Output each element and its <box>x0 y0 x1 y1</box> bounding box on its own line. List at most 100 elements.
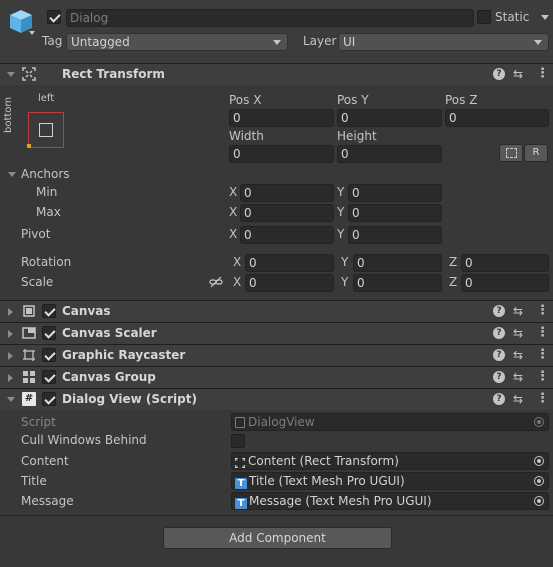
component-title: Graphic Raycaster <box>62 348 186 362</box>
component-title: Dialog View (Script) <box>62 392 197 406</box>
dialog-view-header[interactable]: # Dialog View (Script) ? ⇆ ⋮ <box>0 388 553 410</box>
pos-z-field[interactable]: 0 <box>445 109 549 127</box>
help-icon[interactable]: ? <box>493 327 505 339</box>
graphic-raycaster-header[interactable]: Graphic Raycaster ? ⇆ ⋮ <box>0 344 553 366</box>
static-checkbox[interactable] <box>477 10 491 24</box>
help-icon[interactable]: ? <box>493 393 505 405</box>
active-checkbox[interactable] <box>47 10 61 24</box>
object-picker-icon[interactable] <box>534 456 544 466</box>
width-field[interactable]: 0 <box>229 145 334 163</box>
canvas-group-header[interactable]: Canvas Group ? ⇆ ⋮ <box>0 366 553 388</box>
canvas-header[interactable]: Canvas ? ⇆ ⋮ <box>0 300 553 322</box>
min-y-label: Y <box>337 185 345 199</box>
presets-icon[interactable]: ⇆ <box>513 304 523 318</box>
message-value: Message (Text Mesh Pro UGUI) <box>249 494 432 508</box>
presets-icon[interactable]: ⇆ <box>513 67 523 81</box>
rot-y-label: Y <box>341 255 349 269</box>
min-x-field[interactable]: 0 <box>240 184 334 202</box>
static-dropdown-arrow[interactable] <box>541 15 549 20</box>
rot-z-field[interactable]: 0 <box>461 254 549 272</box>
divider <box>0 515 553 516</box>
dialog-view-enabled-checkbox[interactable] <box>42 392 56 406</box>
max-y-field[interactable]: 0 <box>348 204 442 222</box>
presets-icon[interactable]: ⇆ <box>513 370 523 384</box>
rot-z-label: Z <box>449 255 458 269</box>
width-label: Width <box>229 129 264 143</box>
canvas-group-icon <box>22 370 36 384</box>
layer-dropdown[interactable]: UI <box>338 33 549 51</box>
max-x-label: X <box>229 205 238 219</box>
name-field[interactable]: Dialog <box>66 9 474 27</box>
more-options-icon[interactable]: ⋮ <box>536 304 549 318</box>
pivot-y-field[interactable]: 0 <box>348 226 442 244</box>
rot-x-label: X <box>233 255 242 269</box>
anchors-label[interactable]: Anchors <box>21 167 70 181</box>
tag-label: Tag <box>42 34 63 48</box>
script-field[interactable]: DialogView <box>231 413 549 431</box>
canvas-scaler-header[interactable]: Canvas Scaler ? ⇆ ⋮ <box>0 322 553 344</box>
scale-x-field[interactable]: 0 <box>245 274 334 292</box>
more-options-icon[interactable]: ⋮ <box>536 348 549 362</box>
pivot-y-label: Y <box>337 227 345 241</box>
object-picker-icon[interactable] <box>534 417 544 427</box>
add-component-button[interactable]: Add Component <box>163 527 392 549</box>
more-options-icon[interactable]: ⋮ <box>536 326 549 340</box>
content-field[interactable]: Content (Rect Transform) <box>231 452 549 470</box>
presets-icon[interactable]: ⇆ <box>513 326 523 340</box>
rot-x-field[interactable]: 0 <box>245 254 334 272</box>
layer-value: UI <box>343 35 356 49</box>
object-picker-icon[interactable] <box>534 496 544 506</box>
graphic-raycaster-enabled-checkbox[interactable] <box>42 348 56 362</box>
title-field[interactable]: T Title (Text Mesh Pro UGUI) <box>231 472 549 490</box>
presets-icon[interactable]: ⇆ <box>513 392 523 406</box>
blueprint-mode-button[interactable] <box>499 144 523 162</box>
scale-z-field[interactable]: 0 <box>461 274 549 292</box>
script-icon: # <box>22 392 36 406</box>
more-options-icon[interactable]: ⋮ <box>536 370 549 384</box>
scale-y-field[interactable]: 0 <box>353 274 442 292</box>
foldout-arrow[interactable] <box>7 397 15 402</box>
max-x-field[interactable]: 0 <box>240 204 334 222</box>
pos-y-field[interactable]: 0 <box>337 109 442 127</box>
scale-x-label: X <box>233 275 242 289</box>
help-icon[interactable]: ? <box>493 349 505 361</box>
canvas-group-enabled-checkbox[interactable] <box>42 370 56 384</box>
cull-checkbox[interactable] <box>231 434 245 448</box>
min-label: Min <box>36 185 58 199</box>
icon-dropdown-arrow[interactable] <box>29 31 35 35</box>
min-y-field[interactable]: 0 <box>348 184 442 202</box>
foldout-arrow[interactable] <box>8 374 13 382</box>
height-label: Height <box>337 129 377 143</box>
constrain-proportions-icon[interactable] <box>209 276 223 288</box>
canvas-enabled-checkbox[interactable] <box>42 304 56 318</box>
pivot-label: Pivot <box>21 227 51 241</box>
rect-transform-header[interactable]: Rect Transform ? ⇆ ⋮ <box>0 63 553 85</box>
help-icon[interactable]: ? <box>493 68 505 80</box>
foldout-arrow[interactable] <box>8 352 13 360</box>
layer-label: Layer <box>303 34 337 48</box>
foldout-arrow[interactable] <box>7 72 15 77</box>
pivot-x-field[interactable]: 0 <box>240 226 334 244</box>
foldout-arrow[interactable] <box>8 308 13 316</box>
message-field[interactable]: T Message (Text Mesh Pro UGUI) <box>231 492 549 510</box>
object-picker-icon[interactable] <box>534 476 544 486</box>
help-icon[interactable]: ? <box>493 305 505 317</box>
more-options-icon[interactable]: ⋮ <box>536 392 549 406</box>
pos-x-field[interactable]: 0 <box>229 109 334 127</box>
scale-label: Scale <box>21 275 54 289</box>
more-options-icon[interactable]: ⋮ <box>536 67 549 81</box>
canvas-icon <box>22 304 36 318</box>
anchor-preset-button[interactable] <box>27 112 64 148</box>
foldout-arrow[interactable] <box>8 330 13 338</box>
anchor-h-label: left <box>38 93 55 104</box>
component-title: Canvas Group <box>62 370 156 384</box>
presets-icon[interactable]: ⇆ <box>513 348 523 362</box>
tag-dropdown[interactable]: Untagged <box>66 33 288 51</box>
height-field[interactable]: 0 <box>337 145 442 163</box>
raw-edit-button[interactable]: R <box>524 144 548 162</box>
canvas-scaler-enabled-checkbox[interactable] <box>42 326 56 340</box>
help-icon[interactable]: ? <box>493 371 505 383</box>
canvas-scaler-icon <box>22 326 36 340</box>
anchors-foldout-arrow[interactable] <box>8 172 16 177</box>
rot-y-field[interactable]: 0 <box>353 254 442 272</box>
